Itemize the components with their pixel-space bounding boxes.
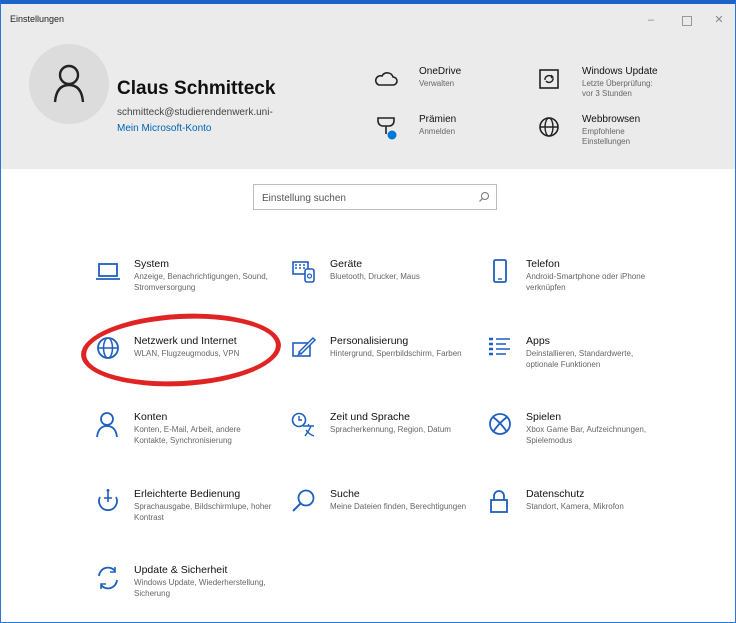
globe-icon (539, 117, 559, 137)
tile-geraete[interactable]: Geräte Bluetooth, Drucker, Maus (290, 258, 470, 314)
title-bar: Einstellungen – ✕ (1, 4, 735, 36)
trophy-icon (377, 117, 397, 140)
apps-icon (489, 337, 510, 356)
sync-icon (98, 566, 118, 590)
tile-apps[interactable]: Apps Deinstallieren, Standardwerte, opti… (486, 335, 666, 391)
lock-icon (490, 490, 508, 513)
window-title: Einstellungen (10, 14, 65, 24)
avatar[interactable] (29, 44, 109, 124)
person-icon (96, 412, 118, 438)
person-icon (53, 64, 85, 103)
microsoft-account-link[interactable]: Mein Microsoft-Konto (117, 123, 211, 134)
account-header (1, 36, 735, 169)
time-language-icon (291, 412, 315, 437)
globe-icon (97, 337, 119, 359)
tile-datenschutz[interactable]: Datenschutz Standort, Kamera, Mikrofon (486, 488, 666, 544)
maximize-icon (682, 16, 692, 26)
search-input[interactable] (260, 189, 474, 207)
settings-search[interactable] (253, 184, 497, 210)
account-name: Claus Schmitteck (117, 78, 276, 99)
search-icon[interactable] (478, 191, 490, 203)
minimize-button[interactable]: – (641, 12, 661, 28)
tile-konten[interactable]: Konten Konten, E-Mail, Arbeit, andere Ko… (94, 411, 274, 467)
cloud-icon (375, 72, 398, 86)
phone-icon (493, 259, 507, 283)
tile-personalisierung[interactable]: Personalisierung Hintergrund, Sperrbilds… (290, 335, 470, 391)
personalize-icon (292, 336, 317, 357)
window-frame: Einstellungen – ✕ Claus Schmitteck schmi… (0, 0, 736, 623)
tile-system[interactable]: System Anzeige, Benachrichtigungen, Soun… (94, 258, 274, 314)
close-button[interactable]: ✕ (709, 12, 729, 28)
search-icon (292, 489, 315, 512)
maximize-button[interactable] (677, 12, 697, 28)
tile-update-und-sicherheit[interactable]: Update & Sicherheit Windows Update, Wied… (94, 564, 274, 620)
update-icon (539, 69, 559, 89)
tile-telefon[interactable]: Telefon Android-Smartphone oder iPhone v… (486, 258, 666, 314)
tile-spielen[interactable]: Spielen Xbox Game Bar, Aufzeichnungen, S… (486, 411, 666, 467)
tile-netzwerk-und-internet[interactable]: Netzwerk und Internet WLAN, Flugzeugmodu… (94, 335, 274, 391)
account-email: schmitteck@studierendenwerk.uni- (117, 107, 273, 118)
tile-erleichterte-bedienung[interactable]: Erleichterte Bedienung Sprachausgabe, Bi… (94, 488, 274, 544)
xbox-icon (489, 413, 511, 435)
tile-zeit-und-sprache[interactable]: Zeit und Sprache Spracherkennung, Region… (290, 411, 470, 467)
laptop-icon (96, 263, 120, 280)
tile-suche[interactable]: Suche Meine Dateien finden, Berechtigung… (290, 488, 470, 544)
devices-icon (292, 261, 315, 283)
accessibility-icon (98, 489, 118, 511)
